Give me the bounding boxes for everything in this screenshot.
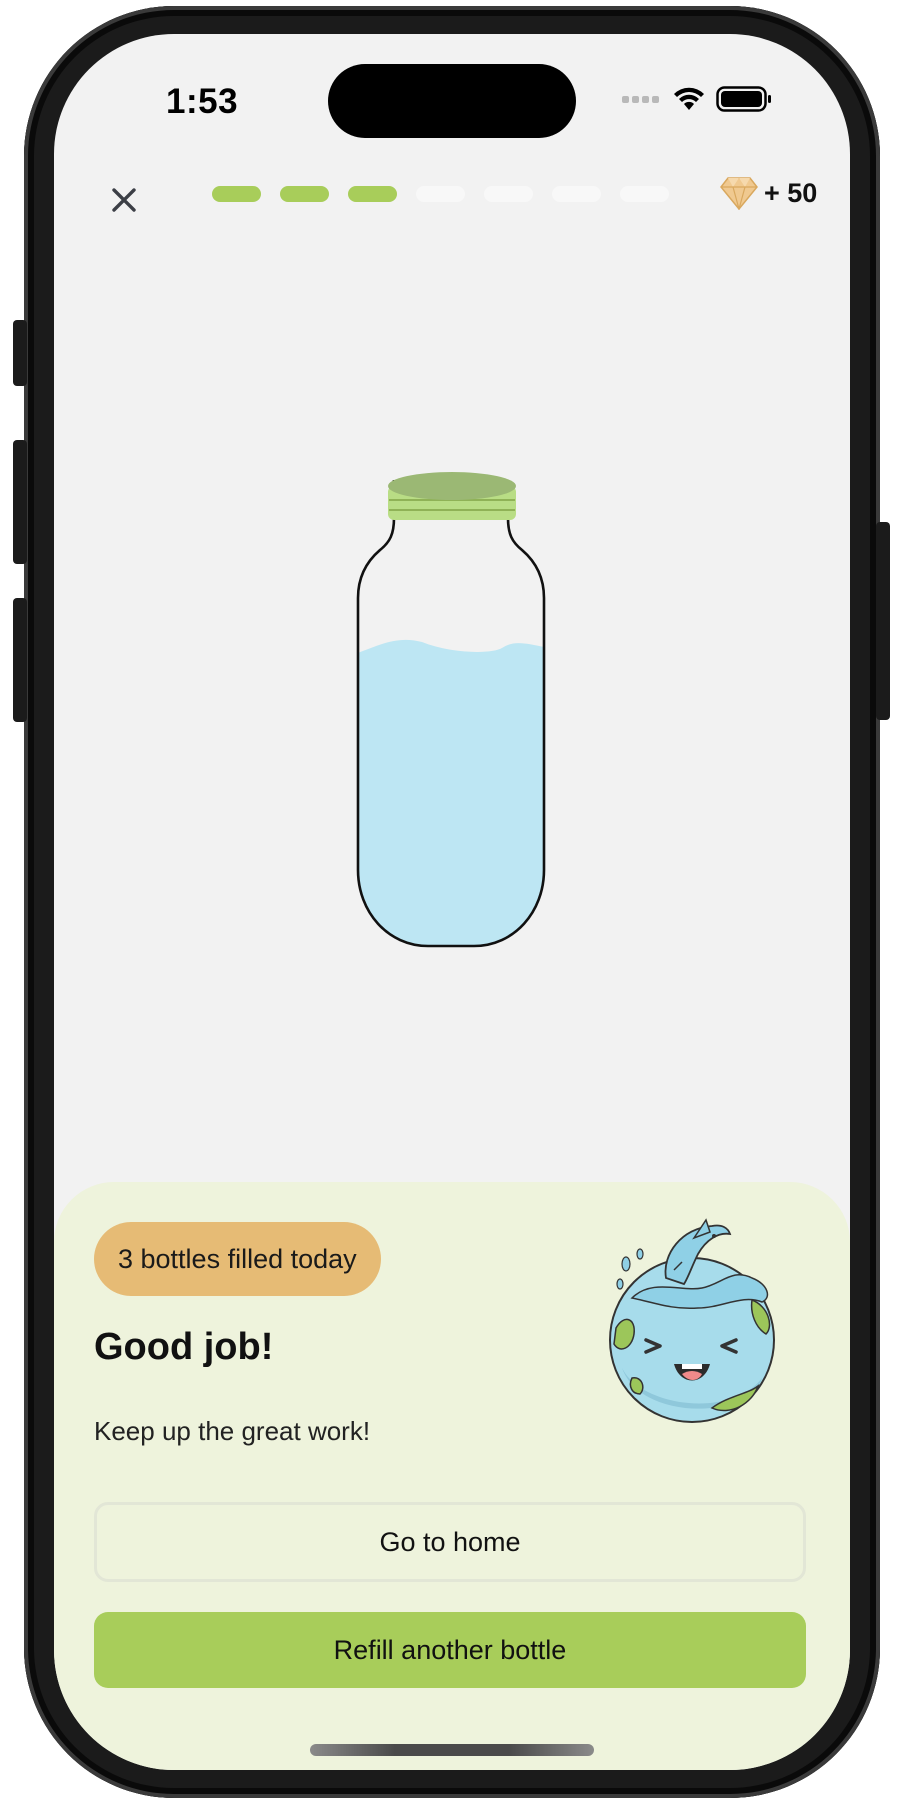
progress-segment [348,186,397,202]
result-sheet: 3 bottles filled today Good job! Keep up… [54,1182,850,1770]
progress-segment [552,186,601,202]
close-button[interactable] [102,178,146,222]
volume-up-button [13,440,27,564]
dynamic-island [328,64,576,138]
progress-segment [212,186,261,202]
progress-segment [280,186,329,202]
water-fill [358,639,544,946]
bottle-cap [388,472,516,520]
gem-reward: + 50 [720,176,817,210]
progress-segment [416,186,465,202]
status-icons [622,86,772,112]
mute-switch [13,320,27,386]
encouragement-text: Keep up the great work! [94,1416,371,1446]
headline: Good job! [94,1326,274,1368]
gem-amount: + 50 [764,177,818,208]
app-screen: 1:53 + 50 3 bottles filled today Good jo… [54,34,850,1770]
volume-down-button [13,598,27,722]
refill-another-bottle-button[interactable]: Refill another bottle [94,1612,806,1688]
status-time: 1:53 [166,82,239,121]
home-indicator[interactable] [310,1744,594,1756]
signal-icon [622,90,662,108]
water-bottle-illustration [356,472,546,948]
diamond-icon [720,177,758,210]
progress-segment [484,186,533,202]
progress-segment [620,186,669,202]
close-icon [112,188,136,212]
happy-earth-icon [609,1218,775,1423]
wifi-icon [674,87,704,110]
step-progress-bar [212,186,669,202]
go-to-home-button[interactable]: Go to home [94,1502,806,1582]
power-button [876,522,890,720]
bottles-filled-badge: 3 bottles filled today [94,1222,381,1296]
battery-icon [716,86,771,112]
